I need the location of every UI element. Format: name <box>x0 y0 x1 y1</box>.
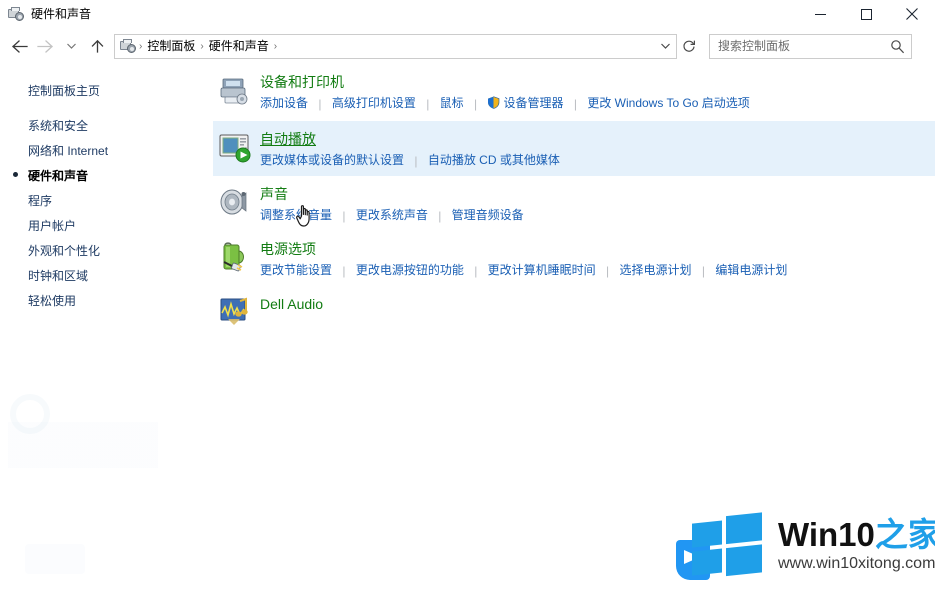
link-separator: | <box>438 209 442 223</box>
sidebar-item-network-internet[interactable]: 网络和 Internet <box>0 138 213 163</box>
category-power-options[interactable]: 电源选项 更改节能设置 | 更改电源按钮的功能 | 更改计算机睡眠时间 | 选择… <box>213 231 935 286</box>
link-device-manager[interactable]: 设备管理器 <box>503 96 563 110</box>
breadcrumb-item-control-panel[interactable]: 控制面板 <box>143 35 199 58</box>
category-links-sound: 调整系统音量 | 更改系统声音 | 管理音频设备 <box>260 206 925 224</box>
sidebar-category-list: 系统和安全 网络和 Internet 硬件和声音 程序 用户帐户 外观和个性化 … <box>0 113 213 313</box>
sidebar-item-user-accounts[interactable]: 用户帐户 <box>0 213 213 238</box>
link-choose-power-plan[interactable]: 选择电源计划 <box>619 263 691 277</box>
dell-audio-icon <box>218 295 252 329</box>
link-add-device[interactable]: 添加设备 <box>260 96 308 110</box>
category-autoplay[interactable]: 自动播放 更改媒体或设备的默认设置 | 自动播放 CD 或其他媒体 <box>213 121 935 176</box>
power-options-icon <box>218 240 252 274</box>
category-title-devices-printers[interactable]: 设备和打印机 <box>260 73 344 92</box>
sidebar-item-system-security[interactable]: 系统和安全 <box>0 113 213 138</box>
category-body: 电源选项 更改节能设置 | 更改电源按钮的功能 | 更改计算机睡眠时间 | 选择… <box>260 240 935 279</box>
category-title-autoplay[interactable]: 自动播放 <box>260 130 316 149</box>
category-title-sound[interactable]: 声音 <box>260 185 288 204</box>
category-dell-audio[interactable]: Dell Audio <box>213 286 935 330</box>
breadcrumb-separator: › <box>273 40 278 52</box>
search-icon[interactable] <box>890 39 905 59</box>
window-title: 硬件和声音 <box>31 7 92 21</box>
link-separator: | <box>606 264 610 278</box>
link-separator: | <box>573 97 577 111</box>
category-body: Dell Audio <box>260 295 935 314</box>
link-separator: | <box>474 264 478 278</box>
uac-shield-icon <box>487 96 500 114</box>
windows-logo <box>676 510 772 580</box>
control-panel-icon <box>120 38 136 54</box>
search-box[interactable] <box>709 33 912 59</box>
category-title-dell-audio[interactable]: Dell Audio <box>260 295 323 314</box>
window-controls <box>797 0 935 28</box>
link-change-sleep-time[interactable]: 更改计算机睡眠时间 <box>488 263 596 277</box>
link-change-default-settings-for-media[interactable]: 更改媒体或设备的默认设置 <box>260 153 404 167</box>
link-separator: | <box>318 97 322 111</box>
category-links-autoplay: 更改媒体或设备的默认设置 | 自动播放 CD 或其他媒体 <box>260 151 925 169</box>
sidebar-item-ease-of-access[interactable]: 轻松使用 <box>0 288 213 313</box>
address-dropdown-icon[interactable] <box>656 35 674 58</box>
link-adjust-system-volume[interactable]: 调整系统音量 <box>260 208 332 222</box>
category-title-power-options[interactable]: 电源选项 <box>260 240 316 259</box>
search-input[interactable] <box>710 35 880 57</box>
watermark-brand-blue: 之家 <box>874 515 935 553</box>
sidebar: 控制面板主页 系统和安全 网络和 Internet 硬件和声音 程序 用户帐户 … <box>0 64 213 313</box>
close-button[interactable] <box>889 0 935 28</box>
link-windows-to-go-startup-options[interactable]: 更改 Windows To Go 启动选项 <box>587 96 749 110</box>
link-separator: | <box>701 264 705 278</box>
sidebar-item-programs[interactable]: 程序 <box>0 188 213 213</box>
link-advanced-printer-setup[interactable]: 高级打印机设置 <box>332 96 416 110</box>
link-manage-audio-devices[interactable]: 管理音频设备 <box>452 208 524 222</box>
sidebar-item-appearance-personalization[interactable]: 外观和个性化 <box>0 238 213 263</box>
category-body: 自动播放 更改媒体或设备的默认设置 | 自动播放 CD 或其他媒体 <box>260 130 935 169</box>
minimize-button[interactable] <box>797 0 843 28</box>
watermark-brand: Win10之家 <box>778 515 935 553</box>
link-change-power-button-behavior[interactable]: 更改电源按钮的功能 <box>356 263 464 277</box>
sidebar-item-hardware-sound[interactable]: 硬件和声音 <box>0 163 213 188</box>
watermark-text: Win10之家 www.win10xitong.com <box>778 515 935 574</box>
watermark-url: www.win10xitong.com <box>778 554 935 572</box>
category-body: 声音 调整系统音量 | 更改系统声音 | 管理音频设备 <box>260 185 935 224</box>
sidebar-item-clock-region[interactable]: 时钟和区域 <box>0 263 213 288</box>
breadcrumb-item-hardware-sound[interactable]: 硬件和声音 <box>205 35 273 58</box>
category-list: 设备和打印机 添加设备 | 高级打印机设置 | 鼠标 | 设备管理器 | 更改 … <box>213 64 935 330</box>
recent-locations-button[interactable] <box>58 32 84 60</box>
forward-button[interactable] <box>32 32 58 60</box>
autoplay-icon <box>218 130 252 164</box>
address-bar[interactable]: › 控制面板 › 硬件和声音 › <box>114 33 677 59</box>
category-sound[interactable]: 声音 调整系统音量 | 更改系统声音 | 管理音频设备 <box>213 176 935 231</box>
refresh-button[interactable] <box>677 34 701 59</box>
hardware-sound-icon <box>8 6 24 22</box>
background-artifact <box>10 394 50 434</box>
link-edit-power-plan[interactable]: 编辑电源计划 <box>715 263 787 277</box>
maximize-button[interactable] <box>843 0 889 28</box>
link-separator: | <box>414 154 418 168</box>
up-one-level-button[interactable] <box>84 32 110 60</box>
background-artifact <box>8 422 158 468</box>
navigation-bar: › 控制面板 › 硬件和声音 › <box>0 28 935 64</box>
background-artifact <box>25 544 85 574</box>
link-separator: | <box>342 264 346 278</box>
back-button[interactable] <box>6 32 32 60</box>
category-devices-printers[interactable]: 设备和打印机 添加设备 | 高级打印机设置 | 鼠标 | 设备管理器 | 更改 … <box>213 64 935 121</box>
category-body: 设备和打印机 添加设备 | 高级打印机设置 | 鼠标 | 设备管理器 | 更改 … <box>260 73 935 114</box>
sound-icon <box>218 185 252 219</box>
devices-printers-icon <box>218 73 252 107</box>
link-mouse[interactable]: 鼠标 <box>440 96 464 110</box>
category-links-devices-printers: 添加设备 | 高级打印机设置 | 鼠标 | 设备管理器 | 更改 Windows… <box>260 94 925 114</box>
category-links-power-options: 更改节能设置 | 更改电源按钮的功能 | 更改计算机睡眠时间 | 选择电源计划 … <box>260 261 925 279</box>
site-watermark: Win10之家 www.win10xitong.com <box>676 508 935 582</box>
title-bar: 硬件和声音 <box>0 0 935 28</box>
link-change-system-sounds[interactable]: 更改系统声音 <box>356 208 428 222</box>
link-change-battery-settings[interactable]: 更改节能设置 <box>260 263 332 277</box>
watermark-brand-dark: Win10 <box>778 515 875 553</box>
link-play-cd-or-other-media[interactable]: 自动播放 CD 或其他媒体 <box>428 153 560 167</box>
sidebar-item-control-panel-home[interactable]: 控制面板主页 <box>0 78 213 103</box>
link-separator: | <box>426 97 430 111</box>
control-panel-window: 硬件和声音 › 控制面板 › 硬件和声音 › 搜索控制面板 控制面板主页 系统和… <box>0 0 935 589</box>
link-separator: | <box>342 209 346 223</box>
link-separator: | <box>474 97 478 111</box>
